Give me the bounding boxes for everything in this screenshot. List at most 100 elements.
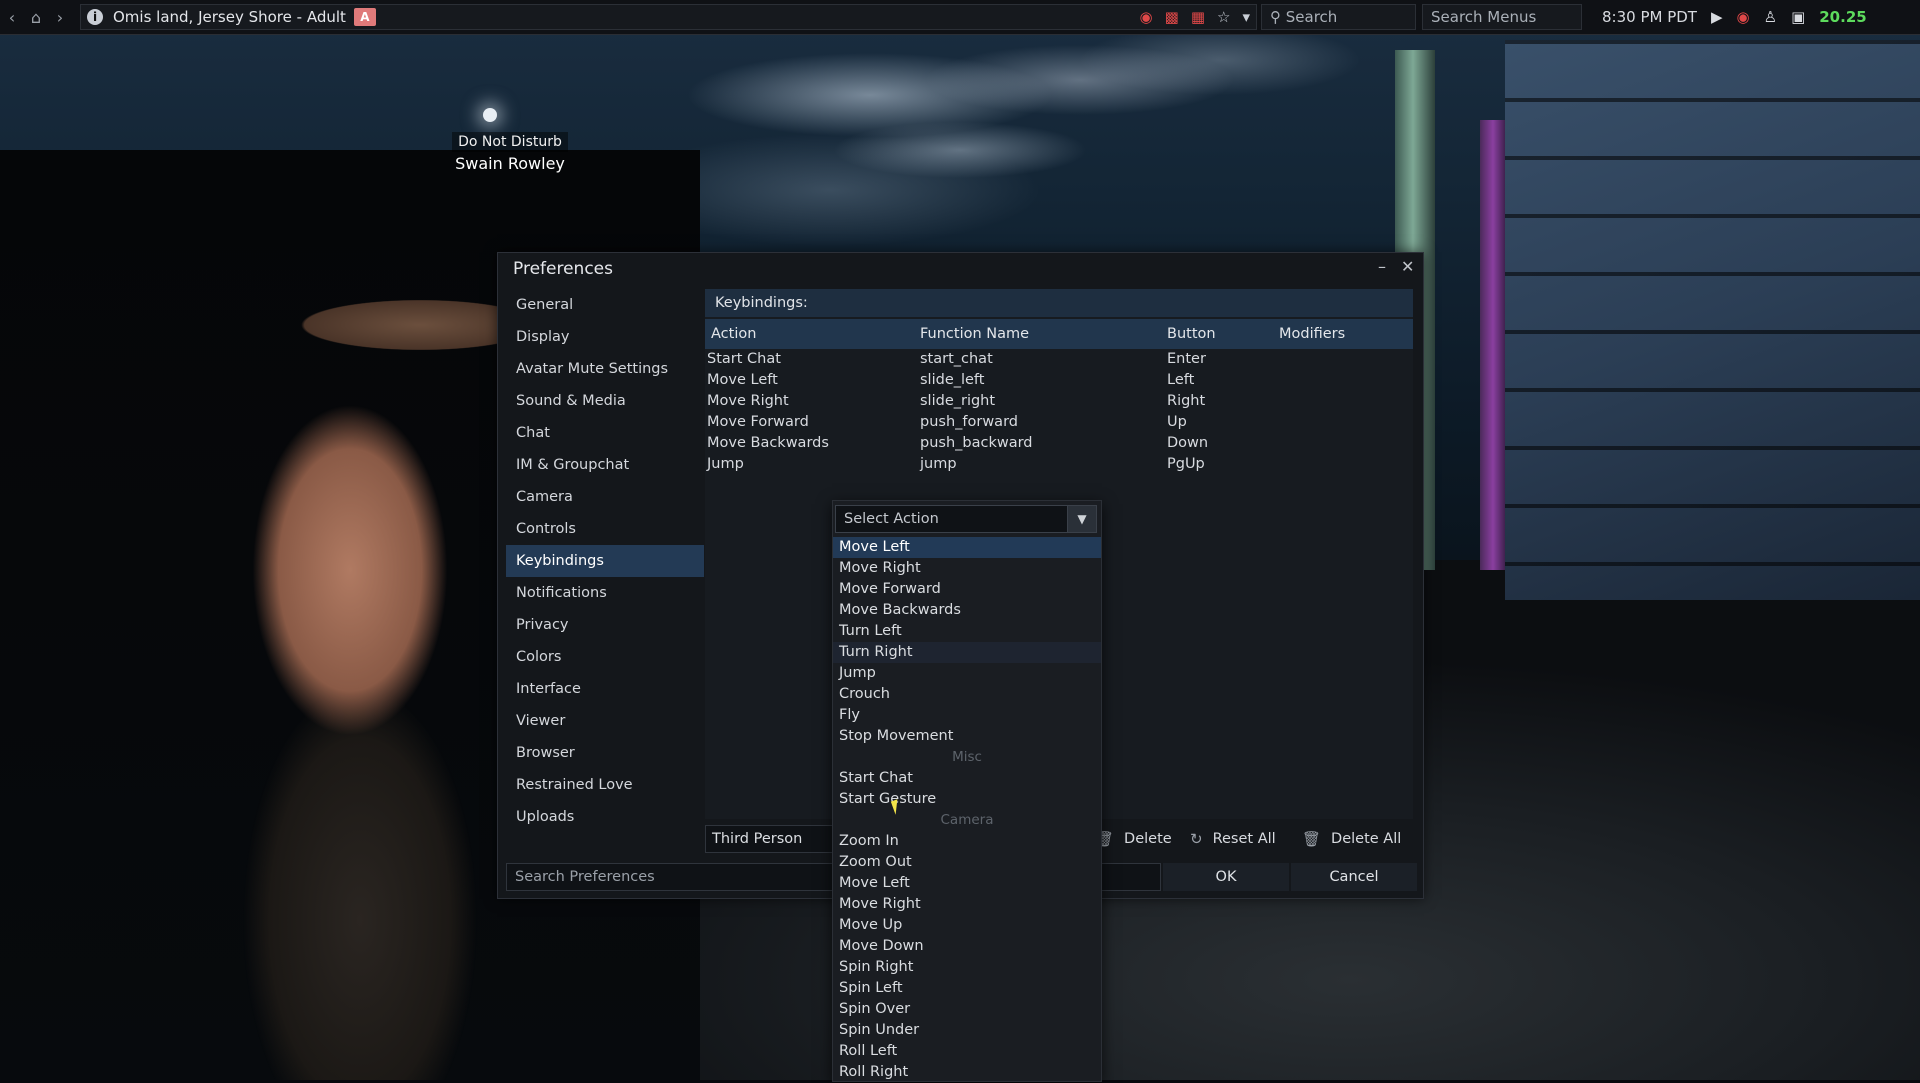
table-row[interactable]: Move Backwards push_backward Down xyxy=(705,433,1413,454)
table-row[interactable]: Jump jump PgUp xyxy=(705,454,1413,475)
status-area: 8:30 PM PDT ▶ ◉ ♙ ▣ 20.25 xyxy=(1602,8,1867,26)
dropdown-group-header: Camera xyxy=(940,812,994,828)
no-build-icon[interactable]: ▩ xyxy=(1165,8,1179,26)
dropdown-item[interactable]: Spin Left xyxy=(833,978,1101,999)
column-header-function[interactable]: Function Name xyxy=(920,319,1029,349)
sidebar-item-uploads[interactable]: Uploads xyxy=(506,801,704,833)
table-header: Action Function Name Button Modifiers xyxy=(705,319,1413,349)
sidebar-item-viewer[interactable]: Viewer xyxy=(506,705,704,737)
sidebar-item-colors[interactable]: Colors xyxy=(506,641,704,673)
close-icon[interactable]: ✕ xyxy=(1401,257,1414,276)
dropdown-item[interactable]: Move Backwards xyxy=(833,600,1101,621)
cancel-button[interactable]: Cancel xyxy=(1291,863,1417,891)
location-bar[interactable]: i Omis land, Jersey Shore - Adult A ◉ ▩ … xyxy=(80,4,1257,30)
dropdown-item[interactable]: Move Left xyxy=(833,537,1101,558)
avatar-name: Swain Rowley xyxy=(455,154,565,173)
purple-pillar xyxy=(1480,120,1506,570)
reset-all-button[interactable]: ↻ Reset All xyxy=(1190,825,1276,853)
home-icon[interactable]: ⌂ xyxy=(24,2,48,32)
maturity-badge: A xyxy=(353,8,376,26)
sidebar-item-sound-media[interactable]: Sound & Media xyxy=(506,385,704,417)
avatar-menu-icon[interactable]: ♙ xyxy=(1764,8,1777,26)
preferences-sidebar: General Display Avatar Mute Settings Sou… xyxy=(506,289,704,833)
dropdown-item[interactable]: Jump xyxy=(833,663,1101,684)
dropdown-item[interactable]: Move Forward xyxy=(833,579,1101,600)
dropdown-item[interactable]: Turn Right xyxy=(833,642,1101,663)
dropdown-item[interactable]: Turn Left xyxy=(833,621,1101,642)
sidebar-item-camera[interactable]: Camera xyxy=(506,481,704,513)
sidebar-item-controls[interactable]: Controls xyxy=(506,513,704,545)
dropdown-item[interactable]: Move Up xyxy=(833,915,1101,936)
sidebar-item-avatar-mute[interactable]: Avatar Mute Settings xyxy=(506,353,704,385)
dropdown-item[interactable]: Move Left xyxy=(833,873,1101,894)
top-bar: ‹ ⌂ › i Omis land, Jersey Shore - Adult … xyxy=(0,0,1920,35)
visibility-icon[interactable]: ◉ xyxy=(1140,8,1153,26)
sidebar-item-im-groupchat[interactable]: IM & Groupchat xyxy=(506,449,704,481)
dropdown-item[interactable]: Crouch xyxy=(833,684,1101,705)
dropdown-item[interactable]: Move Down xyxy=(833,936,1101,957)
search-menus-input[interactable]: Search Menus xyxy=(1422,4,1582,30)
dropdown-item[interactable]: Zoom In xyxy=(833,831,1101,852)
keybindings-table: Start Chat start_chat Enter Move Left sl… xyxy=(705,349,1413,475)
back-arrow-icon[interactable]: ‹ xyxy=(0,2,24,32)
building-wall xyxy=(1505,40,1920,600)
sidebar-item-display[interactable]: Display xyxy=(506,321,704,353)
sidebar-item-browser[interactable]: Browser xyxy=(506,737,704,769)
dropdown-item[interactable]: Spin Right xyxy=(833,957,1101,978)
column-header-modifiers[interactable]: Modifiers xyxy=(1279,319,1345,349)
no-scripts-icon[interactable]: ▦ xyxy=(1191,8,1205,26)
table-row[interactable]: Move Forward push_forward Up xyxy=(705,412,1413,433)
play-media-icon[interactable]: ▶ xyxy=(1711,8,1723,26)
location-text: Omis land, Jersey Shore - Adult xyxy=(113,8,346,26)
chevron-down-icon[interactable]: ▾ xyxy=(1242,8,1250,26)
dropdown-item[interactable]: Spin Under xyxy=(833,1020,1101,1041)
reset-icon: ↻ xyxy=(1190,830,1203,848)
sidebar-item-chat[interactable]: Chat xyxy=(506,417,704,449)
sidebar-item-privacy[interactable]: Privacy xyxy=(506,609,704,641)
search-input[interactable]: ⚲ Search xyxy=(1261,4,1416,30)
minimize-icon[interactable]: – xyxy=(1378,257,1386,276)
sidebar-item-interface[interactable]: Interface xyxy=(506,673,704,705)
column-header-button[interactable]: Button xyxy=(1167,319,1216,349)
window-title: Preferences xyxy=(513,259,613,279)
select-action-dropdown[interactable]: Select Action ▼ Move Left Move Right Mov… xyxy=(832,500,1102,1082)
column-header-action[interactable]: Action xyxy=(711,319,756,349)
mute-speaker-icon[interactable]: ◉ xyxy=(1737,8,1750,26)
delete-button[interactable]: 🗑 Delete xyxy=(1095,825,1172,853)
dropdown-item[interactable]: Fly xyxy=(833,705,1101,726)
dropdown-item[interactable]: Spin Over xyxy=(833,999,1101,1020)
search-icon: ⚲ xyxy=(1270,8,1286,26)
info-icon[interactable]: i xyxy=(87,9,103,25)
fps-counter: 20.25 xyxy=(1819,8,1867,26)
select-action-combo[interactable]: Select Action ▼ xyxy=(835,505,1097,533)
dropdown-item[interactable]: Roll Left xyxy=(833,1041,1101,1062)
dropdown-item[interactable]: Stop Movement xyxy=(833,726,1101,747)
chevron-down-icon[interactable]: ▼ xyxy=(1067,506,1096,532)
clock: 8:30 PM PDT xyxy=(1602,8,1697,26)
monitor-icon[interactable]: ▣ xyxy=(1791,8,1805,26)
delete-all-button[interactable]: 🗑 Delete All xyxy=(1302,825,1401,853)
sidebar-item-keybindings[interactable]: Keybindings xyxy=(506,545,704,577)
dropdown-item[interactable]: Move Right xyxy=(833,894,1101,915)
dropdown-group-header: Misc xyxy=(952,749,982,765)
trash-icon: 🗑 xyxy=(1302,830,1322,848)
forward-arrow-icon[interactable]: › xyxy=(48,2,72,32)
table-row[interactable]: Move Left slide_left Left xyxy=(705,370,1413,391)
ok-button[interactable]: OK xyxy=(1163,863,1289,891)
keybindings-label: Keybindings: xyxy=(705,289,1413,317)
avatar[interactable] xyxy=(210,360,490,1080)
avatar-status: Do Not Disturb xyxy=(452,132,568,152)
dropdown-item[interactable]: Start Chat xyxy=(833,768,1101,789)
dropdown-item[interactable]: Start Gesture xyxy=(833,789,1101,810)
table-row[interactable]: Start Chat start_chat Enter xyxy=(705,349,1413,370)
moon xyxy=(483,108,497,122)
sidebar-item-restrained-love[interactable]: Restrained Love xyxy=(506,769,704,801)
sidebar-item-notifications[interactable]: Notifications xyxy=(506,577,704,609)
sidebar-item-general[interactable]: General xyxy=(506,289,704,321)
dropdown-item[interactable]: Move Right xyxy=(833,558,1101,579)
dropdown-list: Move Left Move Right Move Forward Move B… xyxy=(833,537,1101,1083)
table-row[interactable]: Move Right slide_right Right xyxy=(705,391,1413,412)
dropdown-item[interactable]: Zoom Out xyxy=(833,852,1101,873)
favorite-star-icon[interactable]: ☆ xyxy=(1217,8,1230,26)
avatar-name-tag: Do Not Disturb Swain Rowley xyxy=(450,132,570,173)
